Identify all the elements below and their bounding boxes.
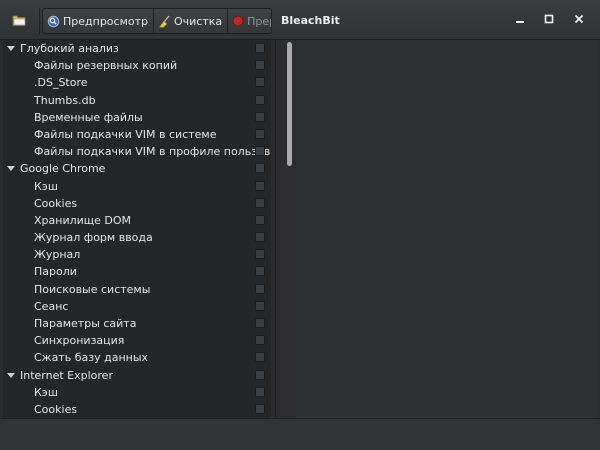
tree-group-internet-explorer[interactable]: Internet Explorer	[3, 367, 271, 384]
toolbar-button-group: Предпросмотр Очистка Прервать	[42, 8, 272, 34]
tree-checkbox[interactable]	[255, 111, 265, 122]
tree-checkbox[interactable]	[255, 318, 265, 328]
menu-button[interactable]	[5, 8, 33, 34]
tree-checkbox[interactable]	[255, 77, 265, 88]
minimize-icon	[515, 14, 525, 27]
tree-group-label: Internet Explorer	[20, 368, 113, 382]
tree-checkbox[interactable]	[255, 146, 265, 157]
tree-checkbox[interactable]	[255, 197, 265, 208]
tree-checkbox[interactable]	[255, 60, 265, 71]
tree-checkbox[interactable]	[255, 369, 265, 380]
tree-item[interactable]: Поисковые системы	[3, 281, 271, 298]
stop-icon	[232, 15, 244, 27]
tree-group-google-chrome[interactable]: Google Chrome	[3, 160, 271, 177]
tree-item-label: Журнал форм ввода	[34, 231, 153, 245]
tree-item-label: Cookies	[34, 402, 78, 416]
expander-arrow-icon[interactable]	[7, 372, 15, 378]
tree-item-label: .DS_Store	[34, 76, 88, 90]
tree-item[interactable]: Временные файлы	[3, 109, 271, 126]
tree-item-label: Поисковые системы	[34, 282, 151, 296]
tree-checkbox[interactable]	[255, 300, 265, 311]
tree-checkbox[interactable]	[255, 180, 265, 191]
tree-checkbox[interactable]	[255, 386, 265, 397]
tree-item[interactable]: Синхронизация	[3, 332, 271, 349]
preview-label: Предпросмотр	[63, 14, 148, 28]
maximize-icon	[544, 14, 554, 27]
tree-item[interactable]: Файлы резервных копий	[3, 57, 271, 74]
header-bar: Предпросмотр Очистка Прервать BleachBit	[0, 0, 600, 40]
window-title: BleachBit	[281, 14, 340, 27]
expander-arrow-icon[interactable]	[7, 166, 15, 172]
tree-checkbox[interactable]	[255, 163, 265, 174]
tree-checkbox[interactable]	[255, 249, 265, 260]
tree-item-label: Синхронизация	[34, 334, 125, 348]
tree-item-label: Сжать базу данных	[34, 351, 149, 365]
tree-group-label: Глубокий анализ	[20, 42, 119, 55]
tree-item-label: Журнал	[34, 248, 81, 262]
tree-item-label: Хранилище DOM	[34, 213, 132, 227]
tree-item-label: Файлы резервных копий	[34, 59, 178, 73]
tree-item[interactable]: Cookies	[3, 195, 271, 212]
status-bar	[0, 418, 600, 450]
tree-item[interactable]: Хранилище DOM	[3, 212, 271, 229]
tree-item[interactable]: .DS_Store	[3, 74, 271, 91]
broom-icon	[158, 15, 171, 28]
output-panel[interactable]	[296, 40, 597, 418]
tree-checkbox[interactable]	[255, 352, 265, 363]
clean-label: Очистка	[174, 14, 223, 28]
tree-item[interactable]: Журнал форм ввода	[3, 229, 271, 246]
scrollbar-thumb[interactable]	[287, 42, 292, 166]
tree-checkbox[interactable]	[255, 128, 265, 139]
close-icon	[574, 14, 584, 27]
tree-checkbox[interactable]	[255, 232, 265, 243]
tree-item[interactable]: Пароли	[3, 263, 271, 280]
tree-item[interactable]: Кэш	[3, 384, 271, 401]
tree-item[interactable]: Сжать базу данных	[3, 349, 271, 366]
tree-checkbox[interactable]	[255, 283, 265, 294]
tree-checkbox[interactable]	[255, 94, 265, 105]
tree-item-label: Кэш	[34, 385, 58, 399]
pane-divider[interactable]	[275, 40, 276, 418]
tree-item[interactable]: Thumbs.db	[3, 92, 271, 109]
clean-button[interactable]: Очистка	[154, 9, 229, 33]
tree-item-label: Пароли	[34, 265, 77, 279]
tree-item-label: Сеанс	[34, 299, 69, 313]
tree-checkbox[interactable]	[255, 335, 265, 346]
abort-label: Прервать	[247, 14, 271, 28]
cleaner-tree[interactable]: Глубокий анализ Файлы резервных копий .D…	[3, 40, 271, 418]
tree-item-label: Временные файлы	[34, 110, 143, 124]
expander-arrow-icon[interactable]	[7, 46, 15, 51]
close-button[interactable]	[572, 13, 586, 27]
tree-item-label: Cookies	[34, 196, 78, 210]
tree-group-label: Google Chrome	[20, 162, 106, 176]
tree-checkbox[interactable]	[255, 403, 265, 414]
tree-scrollbar[interactable]	[285, 40, 293, 418]
open-menu-icon	[12, 14, 26, 29]
preview-button[interactable]: Предпросмотр	[43, 9, 154, 33]
tree-item[interactable]: Файлы подкачки VIM в профиле пользовател…	[3, 143, 271, 160]
tree-item[interactable]: Журнал	[3, 246, 271, 263]
maximize-button[interactable]	[542, 13, 556, 27]
tree-item-label: Файлы подкачки VIM в системе	[34, 127, 217, 141]
magnifier-icon	[47, 15, 60, 28]
tree-item[interactable]: Файлы подкачки VIM в системе	[3, 126, 271, 143]
tree-item-label: Параметры сайта	[34, 317, 137, 330]
tree-item[interactable]: Сеанс	[3, 298, 271, 315]
tree-item-label: Файлы подкачки VIM в профиле пользовател…	[34, 145, 271, 159]
tree-item[interactable]: Параметры сайта	[3, 315, 271, 332]
tree-checkbox[interactable]	[255, 214, 265, 225]
tree-checkbox[interactable]	[255, 266, 265, 277]
tree-group-deep-scan[interactable]: Глубокий анализ	[3, 40, 271, 57]
tree-checkbox[interactable]	[255, 43, 265, 53]
toolbar-separator	[39, 8, 40, 34]
tree-item[interactable]: Cookies	[3, 401, 271, 418]
tree-item-label: Thumbs.db	[34, 93, 96, 107]
tree-item[interactable]: Кэш	[3, 178, 271, 195]
abort-button[interactable]: Прервать	[228, 9, 271, 33]
tree-item-label: Кэш	[34, 179, 58, 193]
minimize-button[interactable]	[513, 13, 527, 27]
